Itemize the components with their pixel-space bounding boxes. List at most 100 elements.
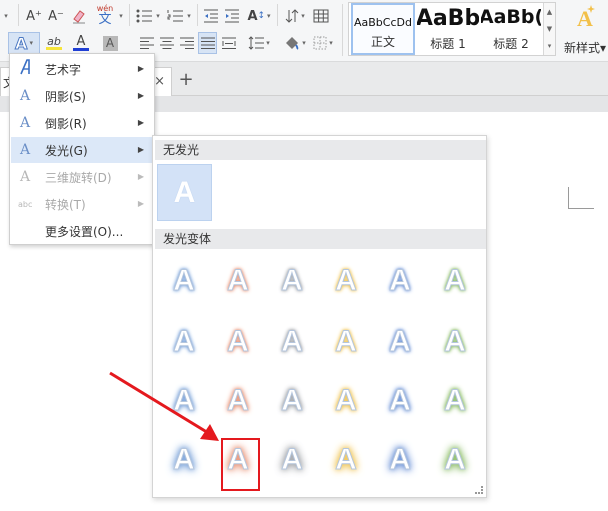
- glow-variant-option[interactable]: A: [375, 256, 425, 306]
- justify-icon: [200, 37, 215, 49]
- menu-item-glow[interactable]: A 发光(G) ▶: [11, 137, 153, 163]
- glow-variant-option[interactable]: A: [375, 376, 425, 426]
- increase-indent-icon: [225, 9, 239, 23]
- glow-variant-option[interactable]: A: [321, 435, 371, 485]
- table-button[interactable]: [311, 5, 331, 27]
- glow-variant-option[interactable]: A: [267, 317, 317, 367]
- justify-button[interactable]: [198, 32, 217, 54]
- glow-variant-option[interactable]: A: [430, 435, 480, 485]
- glow-variant-option[interactable]: A: [375, 435, 425, 485]
- expand-gallery-icon[interactable]: ▾: [548, 42, 552, 50]
- divider: [277, 4, 278, 26]
- style-normal[interactable]: AaBbCcDd 正文: [351, 3, 415, 55]
- style-preview: AaBb: [417, 6, 479, 31]
- character-shading-icon: A: [102, 35, 118, 51]
- glow-variant-option[interactable]: A: [321, 376, 371, 426]
- menu-item-label: 发光(G): [45, 143, 88, 158]
- selection-highlight-box: [221, 438, 260, 491]
- glow-variant-option[interactable]: A: [213, 317, 263, 367]
- align-left-icon: [140, 37, 154, 49]
- glow-variant-option[interactable]: A: [430, 256, 480, 306]
- style-name: 正文: [370, 35, 395, 49]
- new-style-label: 新样式▾: [563, 41, 607, 55]
- menu-item-label: 倒影(R): [45, 116, 87, 131]
- new-tab-button[interactable]: +: [176, 68, 196, 90]
- text-effect-button[interactable]: A ▾: [8, 32, 40, 54]
- new-style-icon: A: [577, 5, 595, 28]
- grow-font-button[interactable]: A⁺: [24, 5, 44, 27]
- glow-variant-option[interactable]: A: [159, 256, 209, 306]
- align-left-button[interactable]: [138, 32, 156, 54]
- bullet-list-icon: [136, 9, 153, 23]
- glow-variants-header: 发光变体: [155, 229, 486, 249]
- submenu-arrow-icon: ▶: [137, 118, 144, 127]
- font-color-swatch: [73, 48, 89, 51]
- menu-item-label: 阴影(S): [45, 89, 86, 104]
- close-tab-icon[interactable]: ×: [154, 74, 165, 89]
- glow-variant-option[interactable]: A: [159, 317, 209, 367]
- page-corner-mark: [568, 187, 594, 209]
- sort-icon: [285, 9, 299, 23]
- glow-variant-option[interactable]: A: [375, 317, 425, 367]
- glow-glyph: A: [227, 384, 250, 417]
- glow-variant-option[interactable]: A: [267, 376, 317, 426]
- text-effect-icon: A: [15, 33, 28, 53]
- glow-variant-option[interactable]: A: [267, 435, 317, 485]
- text-direction-button[interactable]: A ↕ ▾: [246, 5, 272, 27]
- menu-item-wordart[interactable]: 艺术字 ▶: [11, 56, 153, 82]
- scroll-down-icon[interactable]: ▼: [547, 25, 552, 33]
- menu-item-reflection[interactable]: A 倒影(R) ▶: [11, 110, 153, 136]
- reflection-a-icon: A: [19, 115, 31, 131]
- menu-item-shadow[interactable]: A 阴影(S) ▶: [11, 83, 153, 109]
- align-center-button[interactable]: [158, 32, 176, 54]
- numbered-list-button[interactable]: ▾: [166, 5, 192, 27]
- border-button[interactable]: ▾: [310, 32, 336, 54]
- menu-item-label: 更多设置(O)...: [45, 224, 124, 239]
- align-right-button[interactable]: [178, 32, 196, 54]
- glow-variant-option[interactable]: A: [321, 256, 371, 306]
- scroll-up-icon[interactable]: ▲: [547, 8, 552, 16]
- glow-variant-option[interactable]: A: [267, 256, 317, 306]
- character-shading-button[interactable]: A: [100, 32, 120, 54]
- glow-variant-option[interactable]: A: [159, 435, 209, 485]
- style-heading-1[interactable]: AaBb 标题 1: [417, 3, 479, 55]
- highlight-color-button[interactable]: ab: [40, 32, 68, 54]
- style-preview: AaBb(: [481, 6, 541, 28]
- increase-indent-button[interactable]: [222, 5, 242, 27]
- shading-button[interactable]: ▾: [282, 32, 308, 54]
- glow-variant-option[interactable]: A: [321, 317, 371, 367]
- distribute-button[interactable]: [219, 32, 238, 54]
- glow-glyph: A: [444, 384, 467, 417]
- glow-glyph: A: [389, 443, 412, 476]
- line-spacing-button[interactable]: ▾: [246, 32, 272, 54]
- decrease-indent-button[interactable]: [201, 5, 221, 27]
- glow-glyph: A: [281, 443, 304, 476]
- glow-variant-option[interactable]: A: [213, 376, 263, 426]
- glow-variant-option[interactable]: A: [159, 376, 209, 426]
- dropdown-arrow[interactable]: ▾: [0, 5, 10, 27]
- divider: [342, 4, 343, 56]
- decrease-indent-icon: [204, 9, 218, 23]
- styles-scroll[interactable]: ▲ ▼ ▾: [543, 3, 555, 55]
- style-name: 标题 1: [430, 37, 466, 51]
- resize-grip-icon[interactable]: [475, 486, 483, 494]
- glow-glyph: A: [335, 384, 358, 417]
- glow-glyph: A: [389, 325, 412, 358]
- shrink-font-button[interactable]: A⁻: [46, 5, 66, 27]
- clear-format-button[interactable]: [70, 5, 88, 27]
- new-style-button[interactable]: A 新样式▾: [562, 4, 608, 56]
- style-heading-2[interactable]: AaBb( 标题 2: [481, 3, 541, 55]
- bullet-list-button[interactable]: ▾: [135, 5, 161, 27]
- glow-variant-option[interactable]: A: [213, 256, 263, 306]
- glow-variant-option[interactable]: A: [430, 376, 480, 426]
- menu-item-more-settings[interactable]: 更多设置(O)...: [11, 218, 153, 244]
- font-color-button[interactable]: A: [68, 32, 94, 54]
- phonetic-guide-button[interactable]: wén 文: [94, 1, 116, 29]
- phonetic-dropdown[interactable]: ▾: [116, 5, 124, 27]
- sort-button[interactable]: ▾: [283, 5, 307, 27]
- glow-variant-option[interactable]: A: [430, 317, 480, 367]
- menu-item-label: 艺术字: [45, 62, 82, 77]
- no-glow-option[interactable]: A: [157, 164, 212, 221]
- glow-glyph: A: [227, 264, 250, 297]
- font-color-icon: A: [76, 34, 86, 49]
